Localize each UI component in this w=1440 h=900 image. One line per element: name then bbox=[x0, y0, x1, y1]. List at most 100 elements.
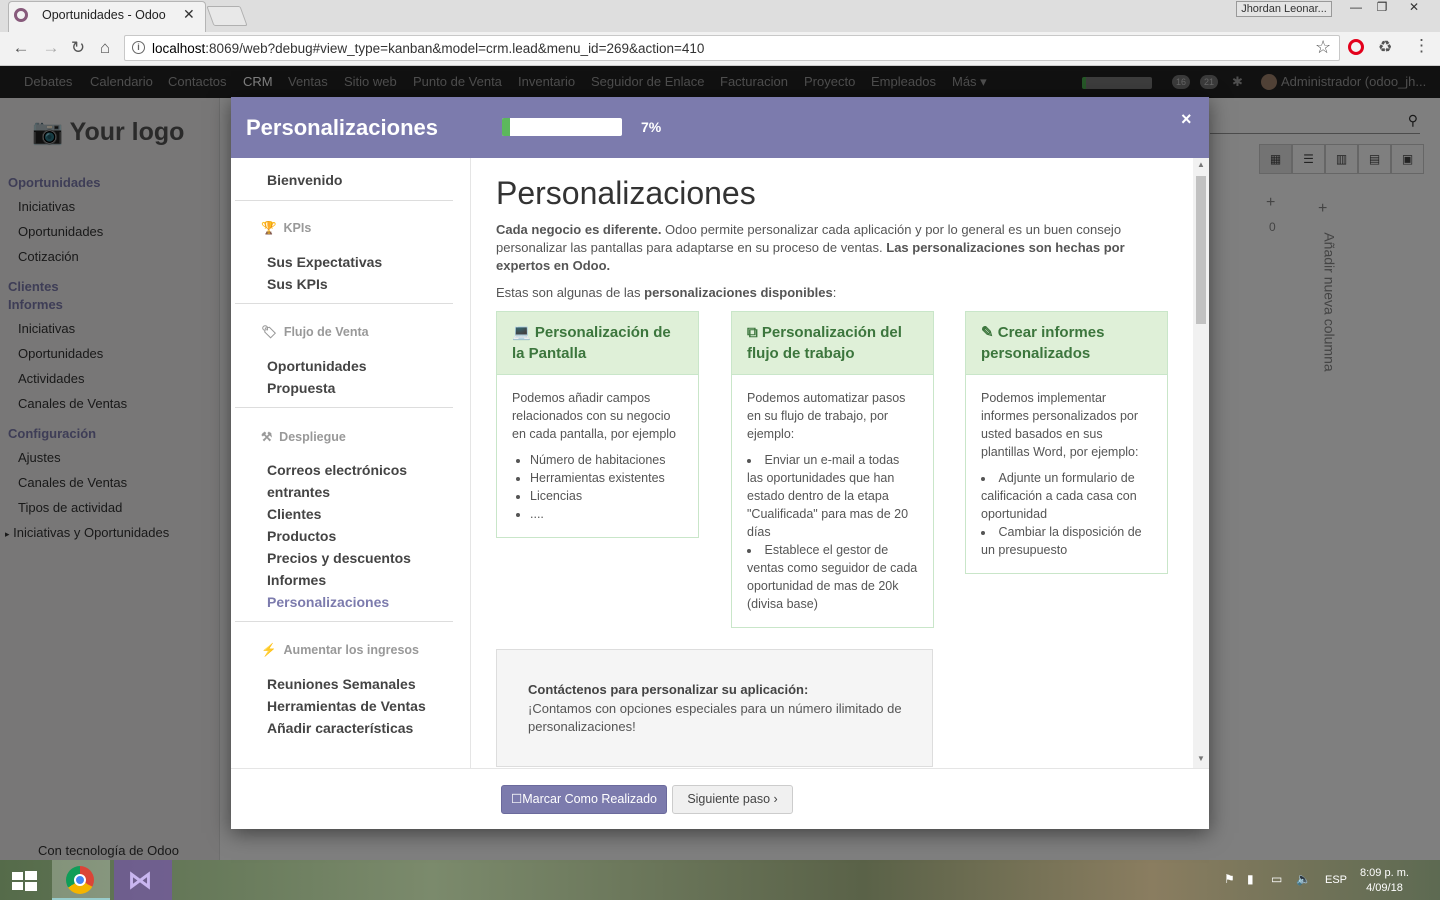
available-paragraph: Estas son algunas de las personalizacion… bbox=[496, 285, 837, 300]
browser-tab-bar: Oportunidades - Odoo ✕ Jhordan Leonar...… bbox=[0, 0, 1440, 32]
mark-done-button[interactable]: ☐Marcar Como Realizado bbox=[501, 785, 667, 814]
card-list: Número de habitaciones Herramientas exis… bbox=[512, 451, 683, 523]
recycle-extension-icon[interactable]: ♻ bbox=[1378, 37, 1392, 57]
trophy-icon: 🏆 bbox=[261, 221, 277, 235]
edit-icon: ✎ bbox=[981, 324, 994, 341]
next-step-button[interactable]: Siguiente paso › bbox=[672, 785, 793, 814]
info-icon[interactable]: i bbox=[132, 41, 145, 54]
list-item: .... bbox=[530, 505, 683, 523]
card-pantalla: 💻 Personalización de la Pantalla Podemos… bbox=[496, 311, 699, 538]
contact-text: ¡Contamos con opciones especiales para u… bbox=[528, 701, 902, 734]
menu-divider bbox=[235, 200, 453, 201]
network-icon[interactable]: ▭ bbox=[1271, 872, 1282, 886]
window-close-icon[interactable]: ✕ bbox=[1400, 0, 1428, 18]
personalizaciones-modal: Personalizaciones 7% × Bienvenido 🏆 KPIs… bbox=[231, 97, 1209, 829]
menu-divider bbox=[235, 621, 453, 622]
scroll-up-icon[interactable]: ▲ bbox=[1197, 160, 1205, 169]
card-list: Adjunte un formulario de calificación a … bbox=[981, 469, 1152, 559]
menu-correos[interactable]: Correos electrónicos bbox=[267, 462, 407, 478]
list-item: Cambiar la disposición de un presupuesto bbox=[981, 523, 1152, 559]
menu-informes[interactable]: Informes bbox=[267, 572, 326, 588]
bolt-icon: ⚡ bbox=[261, 643, 277, 657]
visual-studio-taskbar-icon[interactable]: ⋈ bbox=[114, 860, 172, 900]
volume-icon[interactable]: 🔈 bbox=[1296, 872, 1311, 886]
menu-anadir-caracteristicas[interactable]: Añadir características bbox=[267, 720, 413, 736]
menu-herramientas[interactable]: Herramientas de Ventas bbox=[267, 698, 426, 714]
windows-start-icon[interactable] bbox=[10, 870, 38, 892]
minimize-icon[interactable]: — bbox=[1342, 0, 1370, 18]
visual-studio-icon: ⋈ bbox=[128, 867, 152, 894]
scroll-down-icon[interactable]: ▼ bbox=[1197, 754, 1205, 763]
list-item: Número de habitaciones bbox=[530, 451, 683, 469]
progress-percent: 7% bbox=[641, 119, 662, 135]
card-body: Podemos añadir campos relacionados con s… bbox=[497, 375, 698, 537]
list-item: Licencias bbox=[530, 487, 683, 505]
menu-sus-kpis[interactable]: Sus KPIs bbox=[267, 276, 328, 292]
content-scrollbar[interactable]: ▲ ▼ bbox=[1193, 158, 1209, 768]
tag-icon: 🏷 bbox=[261, 325, 277, 339]
odoo-favicon-icon bbox=[14, 8, 28, 22]
chrome-taskbar-icon[interactable] bbox=[52, 860, 110, 900]
menu-oportunidades[interactable]: Oportunidades bbox=[267, 358, 367, 374]
card-informes: ✎ Crear informes personalizados Podemos … bbox=[965, 311, 1168, 574]
tab-close-icon[interactable]: ✕ bbox=[183, 6, 195, 23]
menu-personalizaciones[interactable]: Personalizaciones bbox=[267, 594, 389, 610]
menu-bienvenido[interactable]: Bienvenido bbox=[267, 172, 342, 188]
card-list: Enviar un e-mail a todas las oportunidad… bbox=[747, 451, 918, 613]
contact-title: Contáctenos para personalizar su aplicac… bbox=[528, 682, 809, 697]
menu-reuniones[interactable]: Reuniones Semanales bbox=[267, 676, 416, 692]
menu-precios[interactable]: Precios y descuentos bbox=[267, 550, 411, 566]
modal-close-icon[interactable]: × bbox=[1181, 109, 1192, 130]
menu-clientes[interactable]: Clientes bbox=[267, 506, 321, 522]
sitemap-icon: ⧉ bbox=[747, 324, 758, 341]
modal-header: Personalizaciones 7% × bbox=[231, 97, 1209, 158]
address-bar: ← → ↻ ⌂ i localhost:8069/web?debug#view_… bbox=[0, 32, 1440, 66]
card-header: ✎ Crear informes personalizados bbox=[966, 312, 1167, 375]
scroll-thumb[interactable] bbox=[1196, 176, 1206, 324]
intro-paragraph: Cada negocio es diferente. Odoo permite … bbox=[496, 222, 1125, 273]
reload-icon[interactable]: ↻ bbox=[67, 38, 89, 58]
progress-fill bbox=[502, 118, 511, 136]
menu-correos-entrantes[interactable]: entrantes bbox=[267, 484, 330, 500]
back-icon[interactable]: ← bbox=[10, 38, 32, 58]
card-flujo: ⧉ Personalización del flujo de trabajo P… bbox=[731, 311, 934, 628]
clock-time: 8:09 p. m. bbox=[1360, 867, 1409, 879]
list-item: Establece el gestor de ventas como segui… bbox=[747, 541, 918, 613]
magic-wand-icon: ⚒ bbox=[261, 430, 273, 444]
browser-profile-chip[interactable]: Jhordan Leonar... bbox=[1236, 1, 1332, 17]
opera-extension-icon[interactable] bbox=[1348, 39, 1364, 55]
modal-footer: ☐Marcar Como Realizado Siguiente paso › bbox=[231, 768, 1209, 829]
bookmark-star-icon[interactable]: ☆ bbox=[1315, 37, 1331, 58]
url-input[interactable]: i localhost:8069/web?debug#view_type=kan… bbox=[124, 35, 1340, 61]
language-indicator[interactable]: ESP bbox=[1325, 874, 1347, 886]
menu-divider bbox=[235, 407, 453, 408]
menu-head-flujo: 🏷 Flujo de Venta bbox=[261, 325, 369, 339]
notification-icon[interactable]: ⚑ bbox=[1224, 872, 1235, 886]
forward-icon[interactable]: → bbox=[40, 38, 62, 58]
battery-icon[interactable]: ▮ bbox=[1247, 872, 1254, 886]
menu-sus-expectativas[interactable]: Sus Expectativas bbox=[267, 254, 382, 270]
card-intro: Podemos añadir campos relacionados con s… bbox=[512, 391, 677, 441]
page-title: Personalizaciones bbox=[496, 175, 756, 211]
restore-icon[interactable]: ❐ bbox=[1368, 0, 1396, 18]
new-tab-button[interactable] bbox=[206, 6, 248, 26]
menu-head-ingresos: ⚡ Aumentar los ingresos bbox=[261, 643, 419, 657]
card-body: Podemos automatizar pasos en su flujo de… bbox=[732, 375, 933, 627]
home-icon[interactable]: ⌂ bbox=[94, 38, 116, 58]
menu-head-kpis: 🏆 KPIs bbox=[261, 221, 312, 235]
list-item: Adjunte un formulario de calificación a … bbox=[981, 469, 1152, 523]
list-item: Enviar un e-mail a todas las oportunidad… bbox=[747, 451, 918, 541]
windows-taskbar: ⋈ ⚑ ▮ ▭ 🔈 ESP 8:09 p. m. 4/09/18 bbox=[0, 860, 1440, 900]
url-text: localhost:8069/web?debug#view_type=kanba… bbox=[152, 41, 705, 56]
system-clock[interactable]: 8:09 p. m. 4/09/18 bbox=[1360, 866, 1409, 896]
menu-divider bbox=[235, 303, 453, 304]
browser-menu-icon[interactable]: ⋮ bbox=[1413, 36, 1430, 56]
chevron-right-icon: › bbox=[773, 792, 778, 806]
clock-date: 4/09/18 bbox=[1366, 882, 1403, 894]
planner-content: Personalizaciones Cada negocio es difere… bbox=[471, 158, 1193, 768]
menu-propuesta[interactable]: Propuesta bbox=[267, 380, 335, 396]
card-body: Podemos implementar informes personaliza… bbox=[966, 375, 1167, 573]
list-item: Herramientas existentes bbox=[530, 469, 683, 487]
tab-title: Oportunidades - Odoo bbox=[42, 8, 166, 22]
menu-productos[interactable]: Productos bbox=[267, 528, 336, 544]
